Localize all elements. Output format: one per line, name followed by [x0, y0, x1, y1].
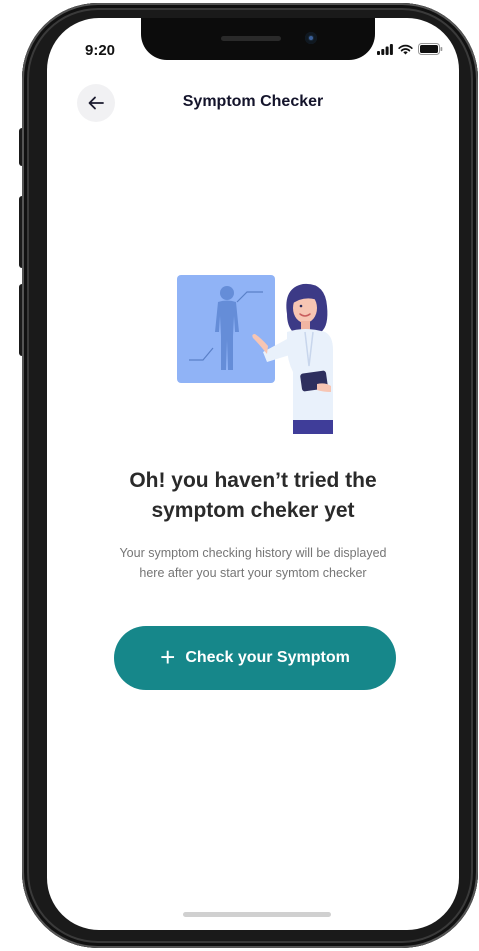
plus-icon: + [160, 642, 176, 672]
empty-state-title: Oh! you haven’t tried the symptom cheker… [67, 466, 439, 526]
check-symptom-button-label: Check your Symptom [185, 649, 350, 666]
home-indicator[interactable] [183, 912, 331, 917]
check-symptom-button[interactable]: + Check your Symptom [114, 626, 396, 690]
empty-state-description: Your symptom checking history will be di… [77, 543, 429, 583]
phone-screen: 9:20 Symptom Checker Oh! you haven’t tri… [47, 18, 459, 930]
empty-state-description-line2: here after you start your symtom checker [139, 566, 367, 580]
empty-state-title-line2: symptom cheker yet [151, 499, 355, 522]
doctor-illustration [177, 275, 333, 434]
status-time: 9:20 [85, 42, 116, 59]
battery-icon [418, 43, 443, 55]
earpiece-speaker [221, 36, 281, 41]
status-icons [377, 43, 443, 55]
front-camera [305, 32, 317, 44]
page-title: Symptom Checker [182, 93, 324, 110]
notch [141, 18, 375, 60]
signal-icon [377, 43, 393, 55]
empty-state-title-line1: Oh! you haven’t tried the [129, 469, 377, 492]
wifi-icon [398, 44, 413, 54]
empty-state-description-line1: Your symptom checking history will be di… [119, 546, 387, 560]
